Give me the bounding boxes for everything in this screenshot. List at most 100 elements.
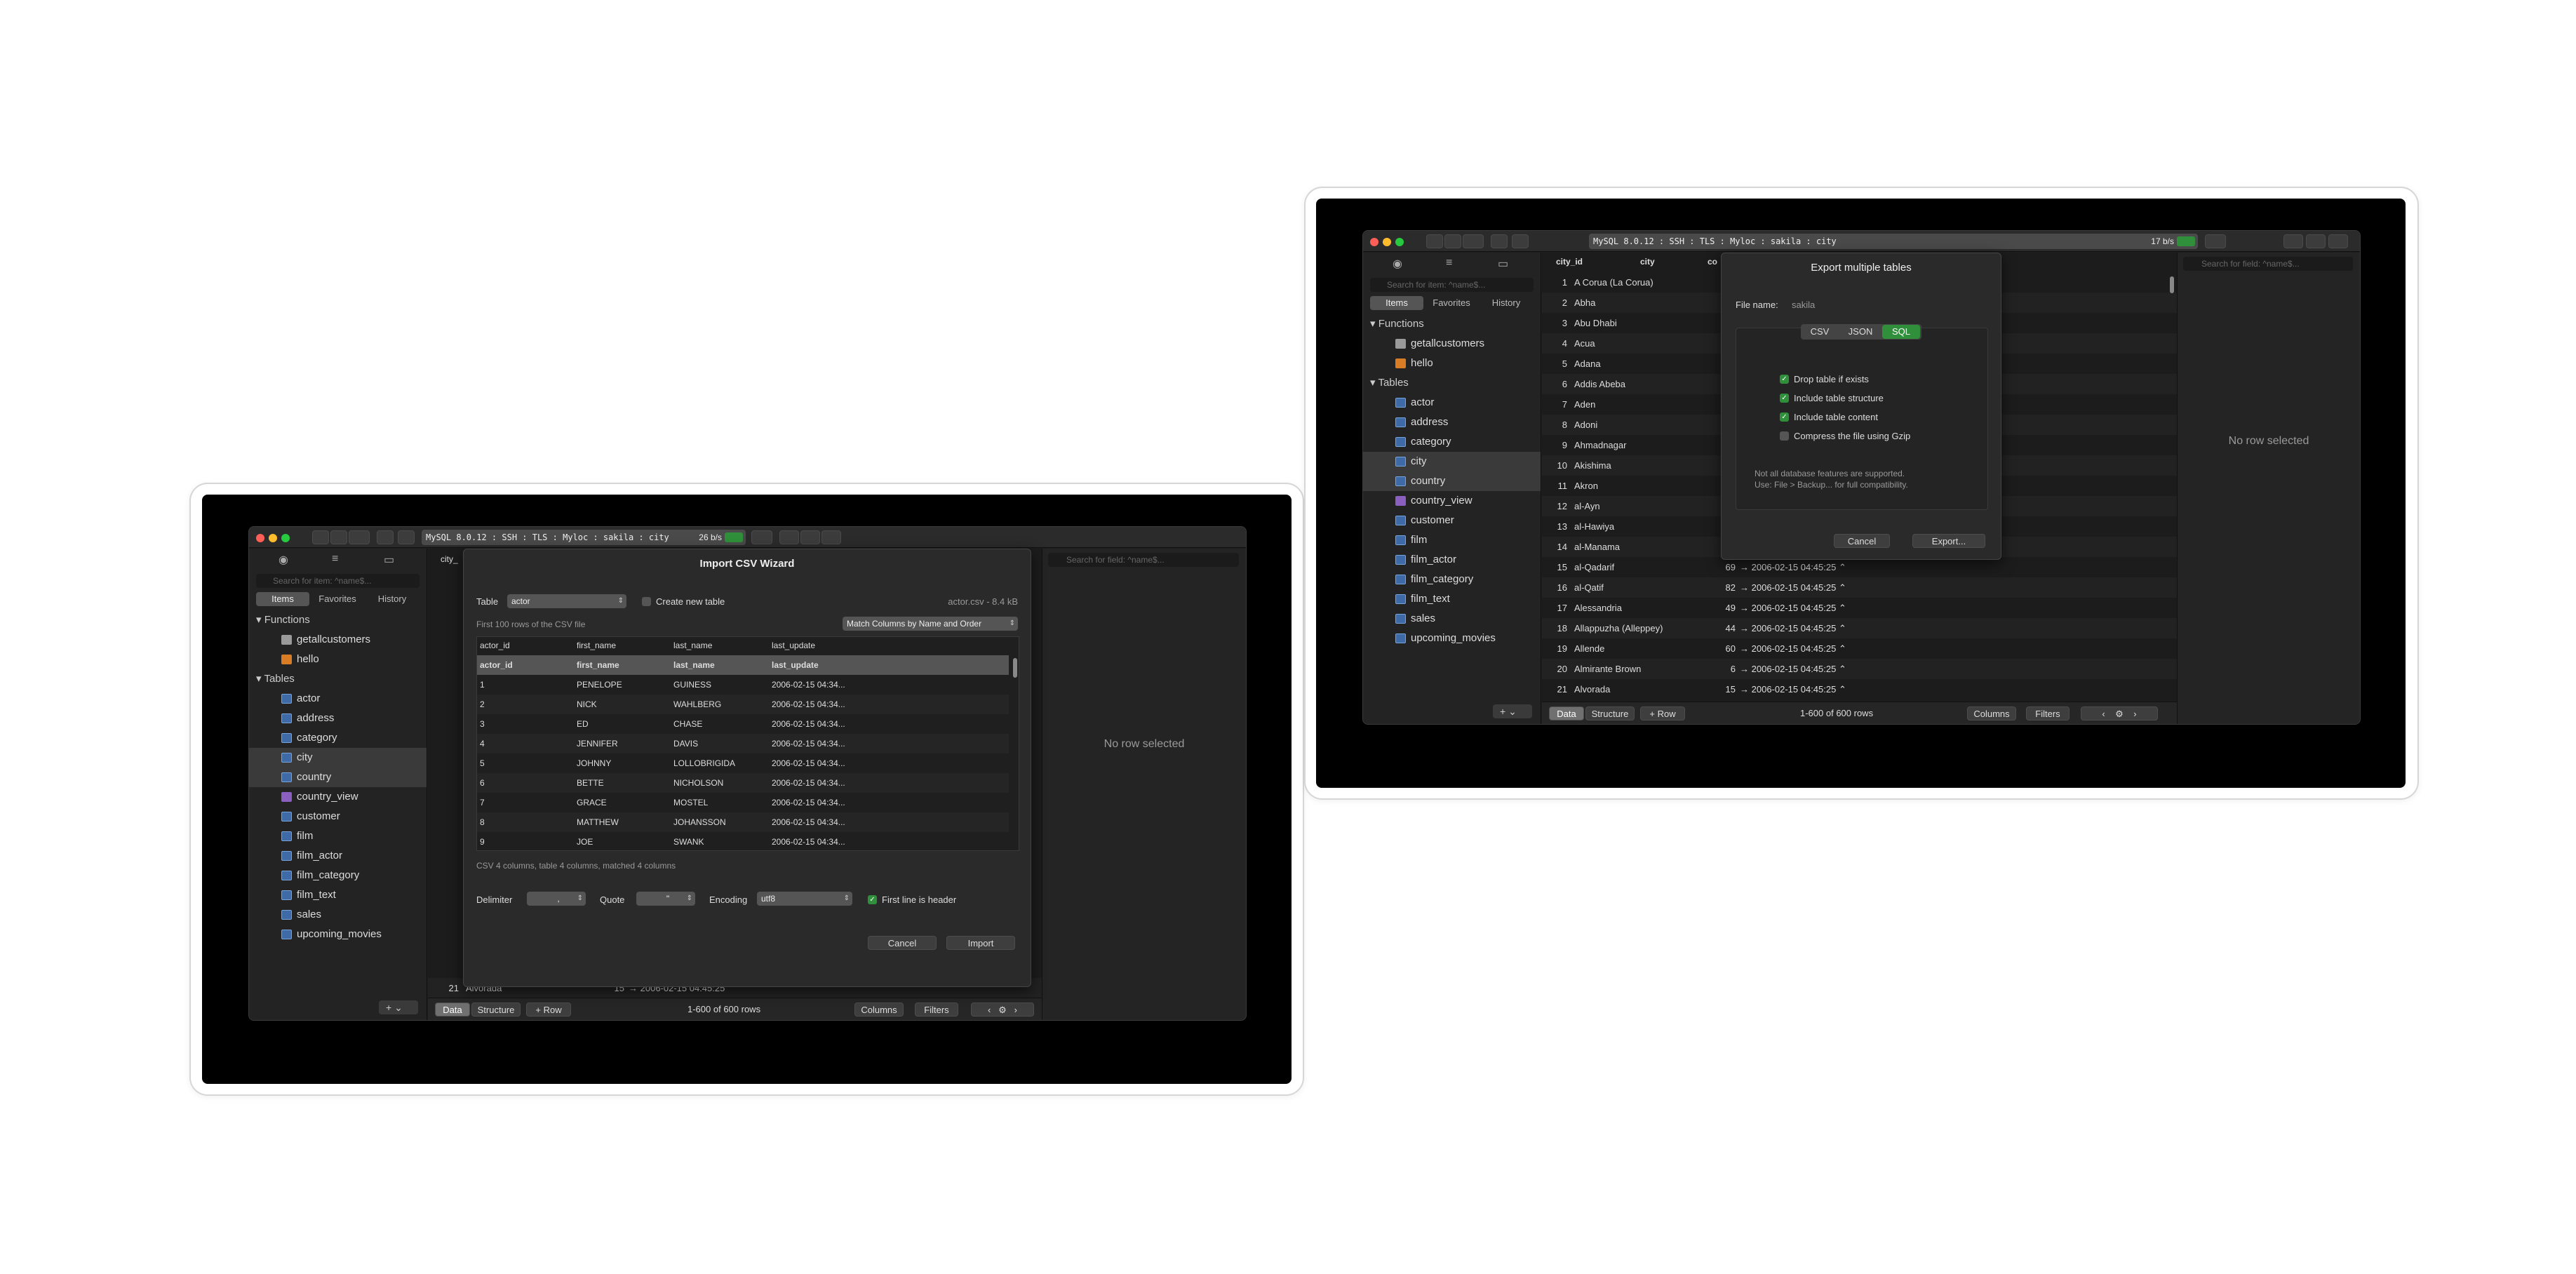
quote-select[interactable]: " ⇕ xyxy=(636,892,695,906)
sidebar-item-city[interactable]: city xyxy=(249,748,427,767)
lock-button[interactable] xyxy=(377,530,394,544)
sidebar-item-film-text[interactable]: film_text xyxy=(1363,589,1541,609)
toggle-detail-button[interactable] xyxy=(2328,234,2348,248)
layout-button[interactable] xyxy=(751,530,772,544)
maximize-window-button[interactable] xyxy=(1395,238,1404,246)
sidebar-search-input[interactable]: Search for item: ^name$... xyxy=(1370,278,1534,292)
preview-scrollbar[interactable] xyxy=(1013,658,1017,678)
sidebar-item-film-text[interactable]: film_text xyxy=(249,885,427,905)
columns-button[interactable]: Columns xyxy=(1967,706,2016,720)
cancel-button[interactable]: Cancel xyxy=(868,936,937,950)
sidebar-item-getallcustomers[interactable]: getallcustomers xyxy=(1363,334,1541,354)
sidebar-item-film-category[interactable]: film_category xyxy=(249,866,427,885)
tab-history[interactable]: History xyxy=(1480,296,1533,310)
sidebar-item-upcoming-movies[interactable]: upcoming_movies xyxy=(1363,629,1541,648)
sidebar-item-address[interactable]: address xyxy=(1363,413,1541,432)
tab-items[interactable]: Items xyxy=(256,592,309,606)
toggle-console-button[interactable] xyxy=(800,530,820,544)
tables-group[interactable]: ▾ Tables xyxy=(249,669,427,689)
pagination-controls[interactable]: ‹ ⚙ › xyxy=(971,1003,1034,1017)
toggle-detail-button[interactable] xyxy=(821,530,841,544)
sidebar-item-category[interactable]: category xyxy=(1363,432,1541,452)
table-row[interactable]: 20 Almirante Brown 6 → 2006-02-15 04:45:25 … xyxy=(1542,659,2177,679)
database-icon[interactable]: ◉ xyxy=(279,553,288,567)
minimize-window-button[interactable] xyxy=(1383,238,1391,246)
sidebar-item-customer[interactable]: customer xyxy=(249,807,427,826)
add-row-button[interactable]: + Row xyxy=(1640,706,1685,720)
map-col-4[interactable]: last_update xyxy=(772,641,815,650)
sidebar-item-country[interactable]: country xyxy=(1363,471,1541,491)
sidebar-item-actor[interactable]: actor xyxy=(1363,393,1541,413)
refresh-button[interactable] xyxy=(398,530,415,544)
tab-favorites[interactable]: Favorites xyxy=(311,592,364,606)
sidebar-item-getallcustomers[interactable]: getallcustomers xyxy=(249,630,427,650)
toggle-sidebar-button[interactable] xyxy=(2283,234,2303,248)
tab-favorites[interactable]: Favorites xyxy=(1425,296,1478,310)
functions-group[interactable]: ▾ Functions xyxy=(249,610,427,630)
layout-button[interactable] xyxy=(2205,234,2226,248)
structure-tab[interactable]: Structure xyxy=(471,1003,521,1017)
refresh-button[interactable] xyxy=(1512,234,1529,248)
drop-table-checkbox[interactable]: ✓ xyxy=(1780,375,1789,384)
format-json[interactable]: JSON xyxy=(1842,325,1879,339)
tables-group[interactable]: ▾ Tables xyxy=(1363,373,1541,393)
map-col-3[interactable]: last_name xyxy=(673,641,712,650)
sidebar-item-city[interactable]: city xyxy=(1363,452,1541,471)
table-row[interactable]: 16 al-Qatif 82 → 2006-02-15 04:45:25 ⌃ xyxy=(1542,577,2177,598)
create-new-table-checkbox[interactable] xyxy=(642,597,651,606)
sidebar-item-film[interactable]: film xyxy=(1363,530,1541,550)
close-window-button[interactable] xyxy=(1370,238,1378,246)
table-select[interactable]: actor ⇕ xyxy=(507,594,626,608)
functions-group[interactable]: ▾ Functions xyxy=(1363,314,1541,334)
data-tab[interactable]: Data xyxy=(435,1003,470,1017)
sidebar-item-sales[interactable]: sales xyxy=(1363,609,1541,629)
lock-button[interactable] xyxy=(1491,234,1508,248)
minimize-window-button[interactable] xyxy=(269,534,277,542)
cancel-button[interactable]: Cancel xyxy=(1834,534,1890,548)
sidebar-item-hello[interactable]: hello xyxy=(1363,354,1541,373)
match-mode-select[interactable]: Match Columns by Name and Order ⇕ xyxy=(843,617,1018,631)
file-name-input[interactable]: sakila xyxy=(1792,300,1815,310)
eye-button[interactable] xyxy=(330,530,347,544)
field-search-input[interactable]: Search for field: ^name$... xyxy=(2183,257,2353,271)
map-col-1[interactable]: actor_id xyxy=(480,641,510,650)
sidebar-item-actor[interactable]: actor xyxy=(249,689,427,709)
sidebar-item-film-category[interactable]: film_category xyxy=(1363,570,1541,589)
close-window-button[interactable] xyxy=(256,534,264,542)
sql-button[interactable] xyxy=(1463,234,1484,248)
add-item-button[interactable]: + ⌄ xyxy=(379,1000,418,1014)
sidebar-item-upcoming-movies[interactable]: upcoming_movies xyxy=(249,925,427,944)
toggle-console-button[interactable] xyxy=(2306,234,2326,248)
toggle-sidebar-button[interactable] xyxy=(779,530,799,544)
export-button[interactable]: Export... xyxy=(1912,534,1985,548)
sidebar-item-film-actor[interactable]: film_actor xyxy=(1363,550,1541,570)
grid-scrollbar[interactable] xyxy=(2170,276,2174,293)
layers-icon[interactable]: ≡ xyxy=(332,553,338,565)
table-row[interactable]: 19 Allende 60 → 2006-02-15 04:45:25 ⌃ xyxy=(1542,638,2177,659)
power-button[interactable] xyxy=(312,530,329,544)
column-header-city[interactable]: city xyxy=(1640,257,1655,267)
layers-icon[interactable]: ≡ xyxy=(1446,257,1452,269)
import-button[interactable]: Import xyxy=(946,936,1015,950)
include-structure-checkbox[interactable]: ✓ xyxy=(1780,394,1789,403)
sidebar-search-input[interactable]: Search for item: ^name$... xyxy=(256,574,420,588)
encoding-select[interactable]: utf8 ⇕ xyxy=(757,892,852,906)
data-tab[interactable]: Data xyxy=(1549,706,1584,720)
table-row[interactable]: 18 Allappuzha (Alleppey) 44 → 2006-02-15 04… xyxy=(1542,618,2177,638)
sidebar-item-country[interactable]: country xyxy=(249,767,427,787)
column-header-country[interactable]: co xyxy=(1708,257,1717,267)
sidebar-item-customer[interactable]: customer xyxy=(1363,511,1541,530)
column-header-city-id[interactable]: city_id xyxy=(1556,257,1583,267)
database-icon[interactable]: ◉ xyxy=(1393,257,1402,271)
sidebar-item-hello[interactable]: hello xyxy=(249,650,427,669)
structure-tab[interactable]: Structure xyxy=(1585,706,1635,720)
tab-history[interactable]: History xyxy=(365,592,419,606)
sidebar-item-country-view[interactable]: country_view xyxy=(1363,491,1541,511)
include-content-checkbox[interactable]: ✓ xyxy=(1780,413,1789,422)
field-search-input[interactable]: Search for field: ^name$... xyxy=(1048,553,1239,567)
map-col-2[interactable]: first_name xyxy=(577,641,616,650)
sidebar-item-address[interactable]: address xyxy=(249,709,427,728)
compress-gzip-checkbox[interactable] xyxy=(1780,431,1789,441)
format-sql[interactable]: SQL xyxy=(1882,325,1920,339)
filters-button[interactable]: Filters xyxy=(915,1003,958,1017)
